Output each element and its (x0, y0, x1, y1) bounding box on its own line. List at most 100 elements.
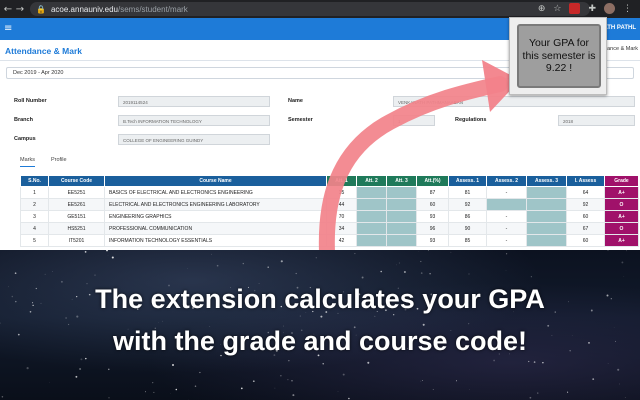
star-dot (420, 260, 422, 263)
table-cell-att2 (356, 210, 387, 223)
star-dot (60, 280, 63, 283)
table-cell-a1: 90 (448, 222, 487, 235)
table-row: 5 IT5201 INFORMATION TECHNOLOGY ESSENTIALS… (20, 234, 639, 247)
table-cell-sno: 2 (20, 198, 49, 211)
banner-line-1: The extension calculates your GPA (95, 284, 545, 314)
more-menu-icon[interactable]: ⋮ (623, 4, 632, 14)
url-host: acoe.annauniv.edu (50, 4, 118, 14)
star-dot (242, 262, 244, 265)
table-cell-code: EE5251 (48, 186, 105, 199)
star-dot (342, 373, 345, 376)
table-cell-a2: - (486, 234, 527, 247)
table-cell-name: ELECTRICAL AND ELECTRONICS ENGINEERING L… (104, 198, 327, 211)
star-dot (94, 274, 96, 276)
star-dot (172, 364, 174, 366)
column-header: S.No. (20, 175, 49, 187)
table-cell-attp: 93 (416, 234, 449, 247)
forward-icon[interactable]: → (14, 4, 26, 15)
column-header: Att. 2 (356, 175, 387, 187)
hamburger-icon[interactable]: ≡ (4, 23, 12, 34)
extensions-puzzle-icon[interactable]: ✚ (588, 4, 596, 14)
table-cell-code: GE5151 (48, 210, 105, 223)
star-dot (621, 261, 624, 264)
table-cell-sno: 5 (20, 234, 49, 247)
star-dot (240, 387, 243, 390)
star-dot (529, 396, 532, 399)
gpa-extension-icon[interactable] (569, 3, 581, 14)
column-header: Grade (604, 175, 639, 187)
star-dot (322, 363, 324, 365)
tab-marks[interactable]: Marks (20, 157, 35, 167)
table-cell-att3 (386, 222, 417, 235)
star-dot (505, 253, 508, 255)
starfield-background (0, 250, 627, 400)
table-cell-code: EE5261 (48, 198, 105, 211)
table-cell-attp: 96 (416, 222, 449, 235)
profile-avatar[interactable] (604, 3, 615, 14)
star-dot (299, 315, 301, 317)
star-dot (76, 315, 79, 318)
star-icon[interactable]: ☆ (553, 4, 561, 14)
regulations-field: 2018 (558, 115, 635, 126)
column-header: I. Assess (566, 175, 605, 187)
star-dot (493, 359, 495, 362)
table-cell-a3 (526, 234, 567, 247)
table-cell-sno: 4 (20, 222, 49, 235)
table-cell-name: PROFESSIONAL COMMUNICATION (104, 222, 327, 235)
promo-banner: The extension calculates your GPA with t… (0, 250, 640, 400)
star-dot (607, 250, 609, 251)
table-cell-grade: O (604, 198, 639, 211)
tab-profile[interactable]: Profile (51, 157, 67, 167)
star-dot (295, 272, 297, 275)
gpa-result-text: Your GPA for this semester is 9.22 ! (522, 37, 596, 75)
back-icon[interactable]: ← (2, 4, 14, 15)
table-cell-att3 (386, 186, 417, 199)
table-cell-a3 (526, 186, 567, 199)
table-cell-a3 (526, 210, 567, 223)
star-dot (505, 270, 507, 271)
star-dot (450, 251, 452, 253)
star-dot (396, 264, 397, 266)
banner-line-2: with the grade and course code! (112, 326, 528, 356)
regulations-label: Regulations (455, 117, 487, 123)
table-cell-grade: A+ (604, 186, 639, 199)
star-dot (280, 375, 282, 377)
star-dot (420, 272, 423, 274)
url-path: /sems/student/mark (118, 4, 188, 14)
marks-table: S.No. Course Code Course Name Att. 1 Att. 2A… (20, 175, 639, 247)
table-cell-attp: 87 (416, 186, 449, 199)
star-dot (432, 389, 434, 390)
star-dot (111, 256, 114, 259)
table-cell-name: ENGINEERING GRAPHICS (104, 210, 327, 223)
table-cell-code: IT5201 (48, 234, 105, 247)
star-dot (14, 272, 17, 275)
table-cell-ia: 67 (566, 222, 605, 235)
star-dot (292, 394, 295, 397)
address-bar[interactable]: 🔒 acoe.annauniv.edu/sems/student/mark (30, 2, 590, 16)
browser-toolbar: ← → 🔒 acoe.annauniv.edu/sems/student/mar… (0, 0, 640, 18)
star-dot (79, 367, 82, 371)
table-cell-a2: - (486, 222, 527, 235)
star-dot (152, 381, 154, 384)
star-dot (398, 262, 400, 264)
name-field: VENKANATH PATHMANAABAN (393, 96, 635, 107)
star-dot (567, 391, 569, 393)
table-cell-att3 (386, 234, 417, 247)
star-dot (530, 276, 532, 278)
star-dot (75, 375, 78, 378)
star-dot (280, 260, 283, 263)
table-cell-a2: - (486, 210, 527, 223)
zoom-icon[interactable]: ⊕ (538, 4, 546, 14)
star-dot (108, 397, 110, 399)
campus-label: Campus (14, 136, 36, 142)
table-cell-grade: A+ (604, 210, 639, 223)
column-header: Att. 1 (326, 175, 357, 187)
star-dot (153, 391, 155, 393)
gpa-result-box: Your GPA for this semester is 9.22 ! (517, 24, 601, 88)
star-dot (455, 380, 458, 382)
table-cell-a1: 85 (448, 234, 487, 247)
table-cell-ia: 60 (566, 210, 605, 223)
star-dot (108, 368, 110, 371)
page-title: Attendance & Mark (5, 46, 82, 56)
star-dot (106, 250, 108, 252)
